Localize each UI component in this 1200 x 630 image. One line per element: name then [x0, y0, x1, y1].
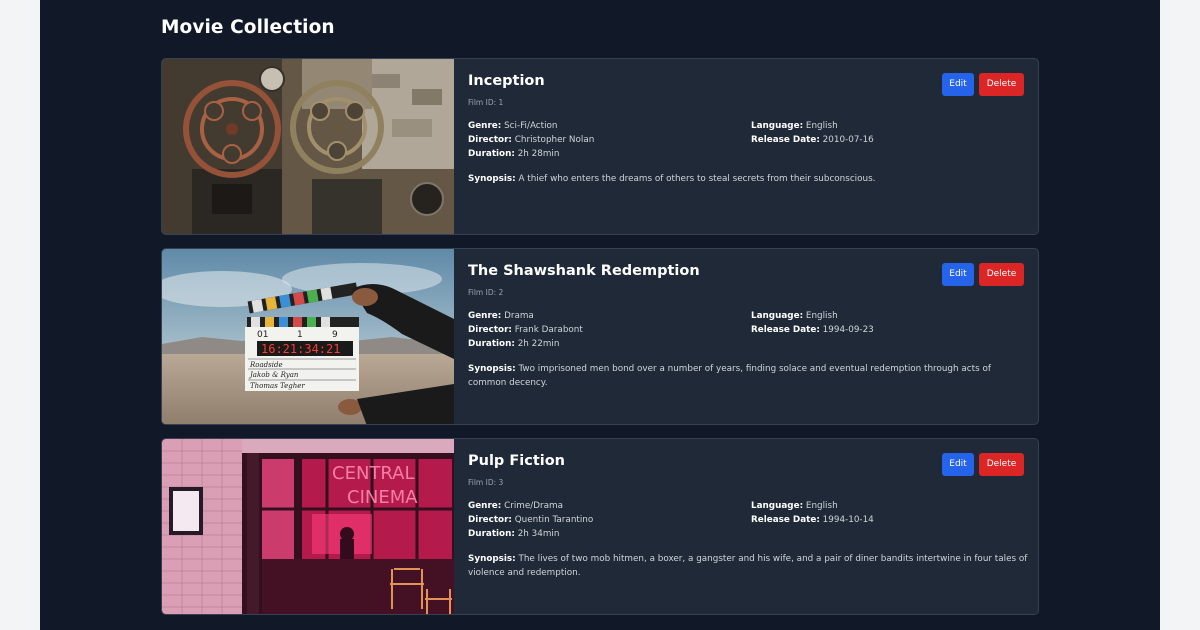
- movie-poster-image: [162, 59, 454, 234]
- synopsis: Synopsis: The lives of two mob hitmen, a…: [468, 552, 1028, 580]
- synopsis-text: Two imprisoned men bond over a number of…: [468, 364, 991, 388]
- synopsis-text: The lives of two mob hitmen, a boxer, a …: [468, 554, 1028, 578]
- release-date-value: 1994-09-23: [822, 325, 874, 335]
- release-date-value: 1994-10-14: [822, 515, 874, 525]
- language-label: Language:: [751, 121, 804, 131]
- language-value: English: [805, 311, 838, 321]
- director-value: Christopher Nolan: [514, 135, 595, 145]
- director-label: Director:: [468, 135, 512, 145]
- movie-poster-image: 16:21:34:21 01 1 9 Roadside Jakob & Ryan…: [162, 249, 454, 424]
- genre-value: Crime/Drama: [504, 501, 563, 511]
- movie-card: Inception Film ID: 1 Edit Delete Genre: …: [161, 58, 1039, 235]
- card-actions: Edit Delete: [942, 73, 1024, 96]
- film-id: Film ID: 1: [468, 98, 504, 107]
- director-row: Director: Quentin Tarantino: [468, 515, 593, 529]
- clapper-scene-text: 1: [297, 330, 303, 340]
- release-date-label: Release Date:: [751, 135, 820, 145]
- movie-collection-page: Movie Collection Inception Film ID: 1 Ed…: [40, 0, 1160, 630]
- duration-label: Duration:: [468, 529, 515, 539]
- duration-label: Duration:: [468, 339, 515, 349]
- edit-button[interactable]: Edit: [942, 263, 974, 286]
- delete-button[interactable]: Delete: [979, 73, 1024, 96]
- synopsis-label: Synopsis:: [468, 364, 516, 374]
- genre-value: Drama: [504, 311, 534, 321]
- director-label: Director:: [468, 515, 512, 525]
- clapper-production-text: Roadside: [249, 361, 283, 369]
- movie-poster-image: CENTRAL CINEMA: [162, 439, 454, 614]
- language-value: English: [805, 501, 838, 511]
- synopsis-label: Synopsis:: [468, 174, 516, 184]
- delete-button[interactable]: Delete: [979, 263, 1024, 286]
- director-row: Director: Frank Darabont: [468, 325, 583, 339]
- movie-details: The Shawshank Redemption Film ID: 2 Edit…: [468, 249, 1024, 424]
- release-date-value: 2010-07-16: [822, 135, 874, 145]
- release-date-row: Release Date: 2010-07-16: [751, 135, 874, 149]
- duration-row: Duration: 2h 22min: [468, 339, 583, 353]
- release-date-row: Release Date: 1994-09-23: [751, 325, 874, 339]
- movie-details: Inception Film ID: 1 Edit Delete Genre: …: [468, 59, 1024, 234]
- director-value: Quentin Tarantino: [514, 515, 594, 525]
- synopsis: Synopsis: A thief who enters the dreams …: [468, 172, 1028, 186]
- genre-label: Genre:: [468, 501, 502, 511]
- director-label: Director:: [468, 325, 512, 335]
- movie-title: Inception: [468, 73, 545, 89]
- edit-button[interactable]: Edit: [942, 73, 974, 96]
- page-title: Movie Collection: [161, 17, 335, 38]
- duration-row: Duration: 2h 34min: [468, 529, 593, 543]
- genre-row: Genre: Sci-Fi/Action: [468, 121, 594, 135]
- delete-button[interactable]: Delete: [979, 453, 1024, 476]
- clapper-take-text: 9: [332, 330, 338, 340]
- movie-title: The Shawshank Redemption: [468, 263, 700, 279]
- card-actions: Edit Delete: [942, 453, 1024, 476]
- language-row: Language: English: [751, 501, 874, 515]
- duration-value: 2h 34min: [517, 529, 560, 539]
- film-id: Film ID: 2: [468, 288, 504, 297]
- release-date-label: Release Date:: [751, 515, 820, 525]
- release-date-label: Release Date:: [751, 325, 820, 335]
- genre-row: Genre: Crime/Drama: [468, 501, 593, 515]
- genre-row: Genre: Drama: [468, 311, 583, 325]
- genre-label: Genre:: [468, 311, 502, 321]
- genre-value: Sci-Fi/Action: [504, 121, 558, 131]
- genre-label: Genre:: [468, 121, 502, 131]
- synopsis: Synopsis: Two imprisoned men bond over a…: [468, 362, 1028, 390]
- synopsis-text: A thief who enters the dreams of others …: [518, 174, 876, 184]
- duration-label: Duration:: [468, 149, 515, 159]
- clapper-roll-text: 01: [257, 330, 268, 340]
- language-label: Language:: [751, 501, 804, 511]
- movie-card: 16:21:34:21 01 1 9 Roadside Jakob & Ryan…: [161, 248, 1039, 425]
- card-actions: Edit Delete: [942, 263, 1024, 286]
- edit-button[interactable]: Edit: [942, 453, 974, 476]
- duration-value: 2h 28min: [517, 149, 560, 159]
- duration-row: Duration: 2h 28min: [468, 149, 594, 163]
- language-label: Language:: [751, 311, 804, 321]
- clapper-camera-text: Thomas Tegher: [250, 382, 305, 390]
- movie-card: CENTRAL CINEMA Pulp Fiction Film ID: 3 E…: [161, 438, 1039, 615]
- movie-title: Pulp Fiction: [468, 453, 566, 469]
- director-value: Frank Darabont: [514, 325, 583, 335]
- clapper-director-text: Jakob & Ryan: [248, 371, 299, 379]
- language-value: English: [805, 121, 838, 131]
- release-date-row: Release Date: 1994-10-14: [751, 515, 874, 529]
- timecode-text: 16:21:34:21: [261, 342, 340, 356]
- language-row: Language: English: [751, 311, 874, 325]
- movie-details: Pulp Fiction Film ID: 3 Edit Delete Genr…: [468, 439, 1027, 614]
- synopsis-label: Synopsis:: [468, 554, 516, 564]
- duration-value: 2h 22min: [517, 339, 560, 349]
- language-row: Language: English: [751, 121, 874, 135]
- film-id: Film ID: 3: [468, 478, 504, 487]
- director-row: Director: Christopher Nolan: [468, 135, 594, 149]
